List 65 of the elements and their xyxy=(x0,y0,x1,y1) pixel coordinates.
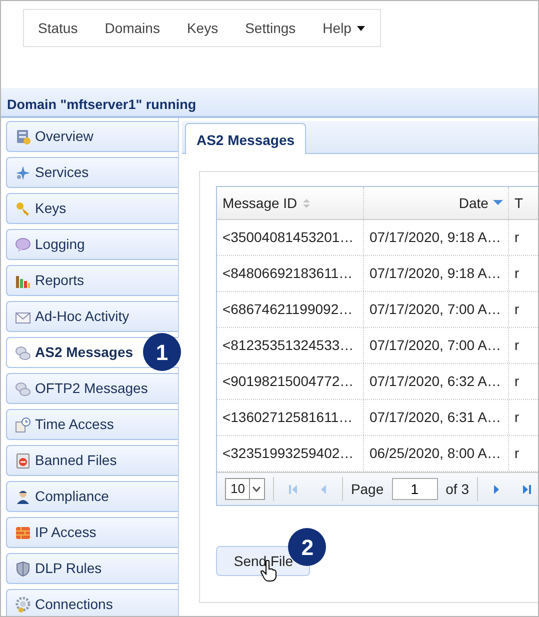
table-cell-text: r xyxy=(513,444,520,463)
sort-descending-icon xyxy=(493,200,504,206)
calendar-clock-icon xyxy=(15,416,31,432)
table-cell: <35004081453201… xyxy=(217,220,364,255)
menu-link[interactable]: Settings xyxy=(245,18,296,38)
table-cell: <90198215004772… xyxy=(217,364,364,399)
table-cell: 06/25/2020, 8:00 A… xyxy=(364,436,510,471)
sidebar-item[interactable]: Banned Files xyxy=(6,445,178,476)
table-cell-text: r xyxy=(513,372,520,391)
sidebar-item[interactable]: Logging xyxy=(6,229,178,260)
table-cell: <84806692183611… xyxy=(217,256,364,291)
page-count-label: of 3 xyxy=(446,480,469,498)
sidebar-item[interactable]: Services xyxy=(6,157,178,188)
column-header[interactable]: Message ID xyxy=(217,187,364,219)
sidebar-item[interactable]: Connections xyxy=(6,589,178,616)
gear-icon xyxy=(15,596,31,612)
key-icon xyxy=(15,200,31,216)
table-cell-text: r xyxy=(513,300,520,319)
menu-link[interactable]: Domains xyxy=(104,18,160,38)
database-icon xyxy=(15,128,31,144)
menu-link[interactable]: Status xyxy=(38,18,78,38)
chevron-down-icon[interactable] xyxy=(252,486,262,492)
sidebar-item[interactable]: Overview xyxy=(6,121,178,152)
table-cell: 07/17/2020, 9:18 A… xyxy=(364,256,510,291)
column-header[interactable]: T xyxy=(509,187,530,219)
menu-link[interactable]: Keys xyxy=(186,18,218,38)
star-icon xyxy=(15,164,31,180)
chat-bubbles-icon xyxy=(15,344,31,360)
sidebar-item[interactable]: Ad-Hoc Activity xyxy=(6,301,178,332)
page-number-input[interactable]: 1 xyxy=(392,478,438,500)
document-icon xyxy=(15,452,31,468)
table-cell: 07/17/2020, 7:00 A… xyxy=(364,328,510,363)
sidebar-item[interactable]: Compliance xyxy=(6,481,178,512)
sidebar-item[interactable]: Reports xyxy=(6,265,178,296)
step-marker-tooltip: 1 xyxy=(143,333,181,371)
sidebar-item[interactable]: Time Access xyxy=(6,409,178,440)
table-cell: <13602712581611… xyxy=(217,400,364,435)
column-header[interactable]: Date xyxy=(364,187,510,219)
firewall-icon xyxy=(15,524,31,540)
page-label: Page xyxy=(350,480,384,499)
table-cell: 07/17/2020, 9:18 A… xyxy=(364,220,510,255)
table-cell: <81235351324533… xyxy=(217,328,364,363)
chat-bubbles-icon xyxy=(15,380,31,396)
sidebar-item[interactable]: IP Access xyxy=(6,517,178,548)
domain-status-header: Domain "mftserver1" running xyxy=(1,88,538,118)
table-cell-text: r xyxy=(513,408,520,427)
table-cell-text: r xyxy=(513,336,520,355)
sidebar-item[interactable]: OFTP2 Messages xyxy=(6,373,178,404)
speech-bubble-icon xyxy=(15,236,31,252)
table-cell: 07/17/2020, 6:32 A… xyxy=(364,364,510,399)
tab[interactable]: AS2 Messages xyxy=(185,123,306,154)
table-cell: 07/17/2020, 7:00 A… xyxy=(364,292,510,327)
last-page-icon[interactable] xyxy=(522,484,532,494)
table-cell: <32351993259402… xyxy=(217,436,364,471)
table-cell-text: r xyxy=(513,228,520,247)
sidebar-item[interactable]: Keys xyxy=(6,193,178,224)
person-icon xyxy=(15,488,31,504)
shield-icon xyxy=(15,560,31,576)
menu-dropdown[interactable]: Help xyxy=(322,18,366,38)
table-cell: <68674621199092… xyxy=(217,292,364,327)
sort-icon xyxy=(302,198,312,208)
table-cell: 07/17/2020, 6:31 A… xyxy=(364,400,510,435)
sidebar-item[interactable]: DLP Rules xyxy=(6,553,178,584)
table-cell-text: r xyxy=(513,264,520,283)
page-size-select[interactable]: 10 xyxy=(225,478,265,500)
